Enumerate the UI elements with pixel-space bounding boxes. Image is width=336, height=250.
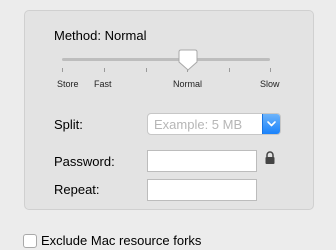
split-select[interactable]: Example: 5 MB — [147, 113, 281, 135]
split-label: Split: — [54, 117, 83, 132]
repeat-password-field[interactable] — [147, 179, 257, 201]
chevron-down-icon[interactable] — [262, 114, 280, 134]
exclude-forks-label[interactable]: Exclude Mac resource forks — [41, 233, 201, 249]
exclude-forks-checkbox[interactable] — [23, 234, 37, 248]
slider-tick — [270, 68, 271, 72]
lock-icon — [265, 151, 275, 164]
slider-label-store: Store — [57, 79, 79, 89]
slider-tick — [104, 68, 105, 72]
slider-label-fast: Fast — [94, 79, 112, 89]
split-select-placeholder: Example: 5 MB — [154, 117, 243, 132]
slider-thumb[interactable] — [178, 49, 198, 71]
password-label: Password: — [54, 154, 115, 169]
slider-label-normal: Normal — [173, 79, 203, 89]
slider-tick — [146, 68, 147, 72]
repeat-label: Repeat: — [54, 182, 100, 197]
password-field[interactable] — [147, 150, 257, 172]
method-slider[interactable] — [62, 58, 270, 61]
slider-tick — [62, 68, 63, 72]
slider-tick — [229, 68, 230, 72]
slider-label-slow: Slow — [260, 79, 280, 89]
method-title: Method: Normal — [54, 28, 147, 43]
